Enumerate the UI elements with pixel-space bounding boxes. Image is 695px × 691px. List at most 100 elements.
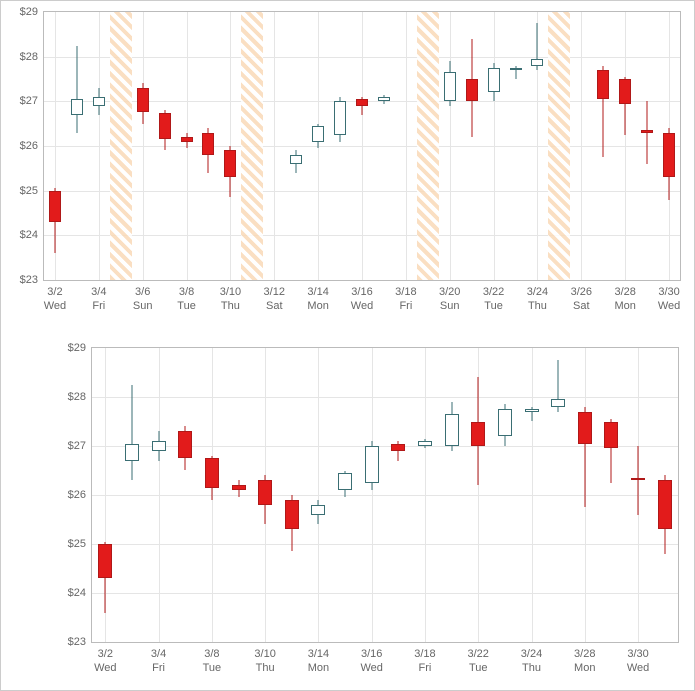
candle-body: [152, 441, 166, 451]
x-tick-label: 3/24Thu: [527, 280, 548, 314]
candle-body: [466, 79, 478, 101]
y-tick-label: $29: [68, 342, 92, 354]
candle-body: [98, 544, 112, 578]
x-tick-label: 3/2Wed: [44, 280, 66, 314]
candle-body: [224, 150, 236, 177]
x-tick-label: 3/8Tue: [203, 642, 222, 676]
chart-1-plot: $23$24$25$26$27$28$293/2Wed3/4Fri3/6Sun3…: [43, 11, 681, 281]
x-tick-label: 3/12Sat: [264, 280, 285, 314]
x-tick-label: 3/2Wed: [94, 642, 116, 676]
x-tick-label: 3/14Mon: [308, 642, 329, 676]
gridline-v: [143, 12, 144, 280]
candle-body: [71, 99, 83, 115]
x-tick-label: 3/30Wed: [627, 642, 649, 676]
candle-body: [418, 441, 432, 446]
gridline-v: [99, 12, 100, 280]
x-tick-label: 3/28Mon: [614, 280, 635, 314]
weekend-hatch: [548, 12, 570, 280]
candle-wick: [647, 101, 648, 164]
candle-body: [93, 97, 105, 106]
candle-body: [445, 414, 459, 446]
gridline-v: [159, 348, 160, 642]
weekend-hatch: [417, 12, 439, 280]
y-tick-label: $28: [68, 391, 92, 403]
candle-body: [285, 500, 299, 529]
x-tick-label: 3/18Fri: [414, 642, 435, 676]
weekend-hatch: [110, 12, 132, 280]
candle-body: [232, 485, 246, 490]
candle-body: [338, 473, 352, 490]
gridline-v: [362, 12, 363, 280]
x-tick-label: 3/6Sun: [133, 280, 153, 314]
candle-body: [365, 446, 379, 483]
candle-body: [597, 70, 609, 99]
x-tick-label: 3/14Mon: [307, 280, 328, 314]
gridline-h: [92, 397, 678, 398]
chart-2: $23$24$25$26$27$28$293/2Wed3/4Fri3/8Tue3…: [9, 345, 686, 683]
candle-body: [202, 133, 214, 155]
weekend-hatch: [241, 12, 263, 280]
y-tick-label: $28: [20, 51, 44, 63]
gridline-v: [372, 348, 373, 642]
x-tick-label: 3/30Wed: [658, 280, 680, 314]
candle-body: [531, 59, 543, 66]
x-tick-label: 3/4Fri: [151, 642, 166, 676]
candle-body: [663, 133, 675, 178]
gridline-v: [494, 12, 495, 280]
y-tick-label: $26: [68, 489, 92, 501]
candle-body: [178, 431, 192, 458]
gridline-h: [92, 495, 678, 496]
x-tick-label: 3/16Wed: [351, 280, 373, 314]
candle-body: [488, 68, 500, 93]
candle-body: [498, 409, 512, 436]
x-tick-label: 3/24Thu: [521, 642, 542, 676]
candle-body: [510, 68, 522, 70]
candle-body: [137, 88, 149, 113]
candle-body: [159, 113, 171, 140]
candle-body: [258, 480, 272, 505]
candle-body: [311, 505, 325, 515]
candle-body: [631, 478, 645, 480]
candle-body: [551, 399, 565, 406]
candle-body: [378, 97, 390, 101]
y-tick-label: $26: [20, 140, 44, 152]
x-tick-label: 3/16Wed: [360, 642, 382, 676]
candle-wick: [638, 446, 639, 515]
gridline-v: [625, 12, 626, 280]
x-tick-label: 3/22Tue: [468, 642, 489, 676]
y-tick-label: $25: [20, 185, 44, 197]
candle-wick: [131, 385, 132, 481]
candle-body: [205, 458, 219, 487]
chart-1: $23$24$25$26$27$28$293/2Wed3/4Fri3/6Sun3…: [9, 9, 686, 321]
y-tick-label: $24: [20, 229, 44, 241]
x-tick-label: 3/18Fri: [395, 280, 416, 314]
y-tick-label: $27: [68, 440, 92, 452]
candle-body: [658, 480, 672, 529]
gridline-v: [406, 12, 407, 280]
x-tick-label: 3/4Fri: [91, 280, 106, 314]
y-tick-label: $24: [68, 587, 92, 599]
gridline-v: [450, 12, 451, 280]
gridline-v: [274, 12, 275, 280]
candle-body: [49, 191, 61, 222]
candle-body: [525, 409, 539, 411]
x-tick-label: 3/22Tue: [483, 280, 504, 314]
candle-body: [312, 126, 324, 142]
candle-body: [444, 72, 456, 101]
gridline-h: [92, 544, 678, 545]
x-tick-label: 3/28Mon: [574, 642, 595, 676]
gridline-h: [92, 593, 678, 594]
candle-body: [641, 130, 653, 132]
y-tick-label: $29: [20, 6, 44, 18]
x-tick-label: 3/20Sun: [439, 280, 460, 314]
gridline-v: [532, 348, 533, 642]
chart-2-plot: $23$24$25$26$27$28$293/2Wed3/4Fri3/8Tue3…: [91, 347, 679, 643]
candle-body: [334, 101, 346, 135]
x-tick-label: 3/10Thu: [254, 642, 275, 676]
x-tick-label: 3/10Thu: [220, 280, 241, 314]
x-tick-label: 3/26Sat: [571, 280, 592, 314]
y-tick-label: $27: [20, 95, 44, 107]
y-tick-label: $23: [68, 636, 92, 648]
page: $23 $24 $25 $26 $27 $28 $29 3/2Wed 3/4Fri 3/6Sun 3…: [0, 0, 695, 691]
candle-body: [471, 422, 485, 447]
